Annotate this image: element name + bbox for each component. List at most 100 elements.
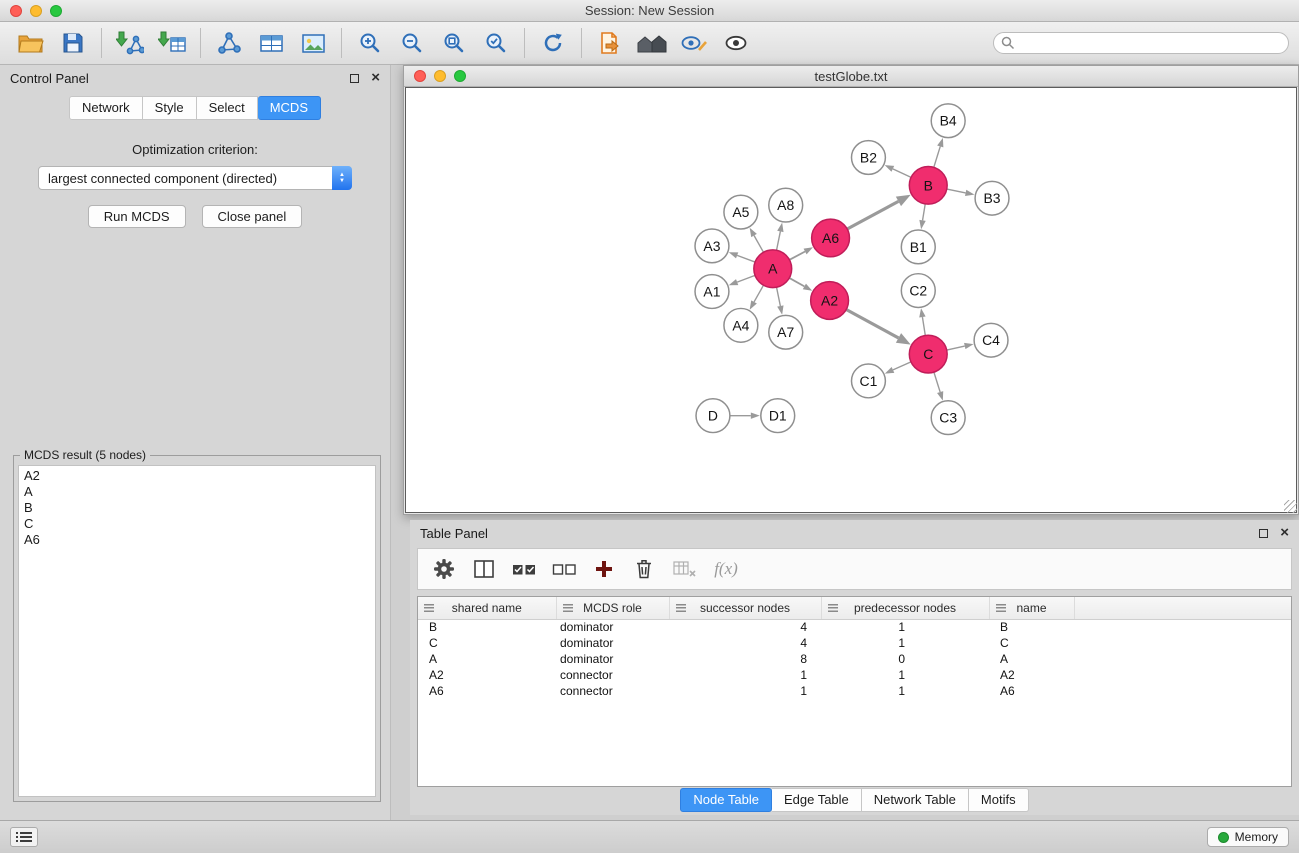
graph-node-D1[interactable]: D1 bbox=[761, 399, 795, 433]
show-hide-button[interactable] bbox=[715, 25, 757, 61]
column-header-name[interactable]: name bbox=[989, 597, 1074, 619]
result-item[interactable]: A bbox=[24, 484, 370, 500]
result-item[interactable]: A2 bbox=[24, 468, 370, 484]
close-window-button[interactable] bbox=[10, 5, 22, 17]
table-row[interactable]: A2connector11A2 bbox=[418, 667, 1291, 683]
column-header-successor-nodes[interactable]: successor nodes bbox=[669, 597, 821, 619]
zoom-fit-button[interactable] bbox=[433, 25, 475, 61]
save-session-button[interactable] bbox=[52, 25, 94, 61]
table-row[interactable]: A6connector11A6 bbox=[418, 683, 1291, 699]
open-session-button[interactable] bbox=[10, 25, 52, 61]
zoom-out-button[interactable] bbox=[391, 25, 433, 61]
graph-node-A6[interactable]: A6 bbox=[812, 219, 850, 257]
maximize-window-button[interactable] bbox=[50, 5, 62, 17]
run-mcds-button[interactable]: Run MCDS bbox=[88, 205, 186, 228]
graph-node-B[interactable]: B bbox=[909, 166, 947, 204]
memory-button[interactable]: Memory bbox=[1207, 827, 1289, 847]
zoom-in-button[interactable] bbox=[349, 25, 391, 61]
select-all-button[interactable] bbox=[506, 553, 542, 585]
new-network-button[interactable] bbox=[208, 25, 250, 61]
delete-column-button[interactable] bbox=[666, 553, 702, 585]
graph-edge-C-C1[interactable] bbox=[893, 362, 911, 370]
tab-select[interactable]: Select bbox=[197, 96, 258, 120]
graph-edge-A-A5[interactable] bbox=[754, 235, 763, 252]
graph-node-A4[interactable]: A4 bbox=[724, 308, 758, 342]
delete-button[interactable] bbox=[626, 553, 662, 585]
close-table-panel-icon[interactable]: × bbox=[1280, 527, 1289, 539]
network-graph[interactable]: B4B2BB3A8A5A6A3B1AA1C2A2A4A7C4CC1C3DD1 bbox=[406, 88, 1296, 512]
column-header-shared-name[interactable]: shared name bbox=[418, 597, 556, 619]
column-header-predecessor-nodes[interactable]: predecessor nodes bbox=[821, 597, 989, 619]
mcds-result-list[interactable]: A2ABCA6 bbox=[18, 465, 376, 797]
close-panel-icon[interactable]: × bbox=[371, 72, 380, 84]
tab-network-table[interactable]: Network Table bbox=[862, 788, 969, 812]
graph-node-C2[interactable]: C2 bbox=[901, 274, 935, 308]
graph-edge-A-A2[interactable] bbox=[789, 278, 804, 286]
resize-grip[interactable] bbox=[1284, 500, 1297, 513]
graph-node-A[interactable]: A bbox=[754, 250, 792, 288]
graph-node-A1[interactable]: A1 bbox=[695, 275, 729, 309]
result-item[interactable]: B bbox=[24, 500, 370, 516]
new-table-button[interactable] bbox=[250, 25, 292, 61]
tab-motifs[interactable]: Motifs bbox=[969, 788, 1029, 812]
graph-node-C[interactable]: C bbox=[909, 335, 947, 373]
graph-node-D[interactable]: D bbox=[696, 399, 730, 433]
graph-edge-A-A8[interactable] bbox=[777, 231, 781, 250]
combo-stepper-icon[interactable]: ▲▼ bbox=[332, 166, 352, 190]
first-neighbors-button[interactable] bbox=[589, 25, 631, 61]
graph-edge-B-B3[interactable] bbox=[947, 189, 966, 193]
network-close-button[interactable] bbox=[414, 70, 426, 82]
graph-edge-C-C4[interactable] bbox=[947, 346, 965, 350]
graph-edge-B-B2[interactable] bbox=[893, 169, 911, 177]
graph-node-A8[interactable]: A8 bbox=[769, 188, 803, 222]
graph-edge-C-C3[interactable] bbox=[934, 372, 940, 392]
graph-edge-C-C2[interactable] bbox=[922, 317, 925, 335]
graph-edge-B-B1[interactable] bbox=[923, 204, 926, 220]
tab-network[interactable]: Network bbox=[69, 96, 143, 120]
graph-edge-A-A1[interactable] bbox=[737, 275, 755, 282]
result-item[interactable]: A6 bbox=[24, 532, 370, 548]
result-item[interactable]: C bbox=[24, 516, 370, 532]
float-table-panel-icon[interactable] bbox=[1259, 529, 1268, 538]
graph-edge-A-A7[interactable] bbox=[777, 287, 781, 306]
table-settings-button[interactable] bbox=[426, 553, 462, 585]
network-minimize-button[interactable] bbox=[434, 70, 446, 82]
import-network-button[interactable] bbox=[109, 25, 151, 61]
network-maximize-button[interactable] bbox=[454, 70, 466, 82]
function-builder-button[interactable]: f(x) bbox=[706, 553, 742, 585]
minimize-window-button[interactable] bbox=[30, 5, 42, 17]
optimization-criterion-select[interactable]: largest connected component (directed) ▲… bbox=[38, 166, 352, 190]
graph-node-A5[interactable]: A5 bbox=[724, 195, 758, 229]
graph-node-C1[interactable]: C1 bbox=[851, 364, 885, 398]
graph-node-C3[interactable]: C3 bbox=[931, 401, 965, 435]
deselect-all-button[interactable] bbox=[546, 553, 582, 585]
task-history-button[interactable] bbox=[10, 827, 38, 847]
graph-node-A7[interactable]: A7 bbox=[769, 315, 803, 349]
graph-edge-A-A3[interactable] bbox=[737, 255, 755, 262]
graph-edge-A6-B[interactable] bbox=[847, 201, 898, 229]
search-input[interactable] bbox=[993, 32, 1289, 54]
graph-node-C4[interactable]: C4 bbox=[974, 323, 1008, 357]
import-table-button[interactable] bbox=[151, 25, 193, 61]
table-row[interactable]: Bdominator41B bbox=[418, 619, 1291, 635]
graph-node-B1[interactable]: B1 bbox=[901, 230, 935, 264]
refresh-button[interactable] bbox=[532, 25, 574, 61]
tab-node-table[interactable]: Node Table bbox=[680, 788, 772, 812]
graph-node-B3[interactable]: B3 bbox=[975, 181, 1009, 215]
graph-edge-A-A4[interactable] bbox=[754, 285, 763, 302]
graph-edge-A2-C[interactable] bbox=[846, 310, 898, 338]
show-columns-button[interactable] bbox=[466, 553, 502, 585]
tab-edge-table[interactable]: Edge Table bbox=[772, 788, 862, 812]
network-canvas[interactable]: B4B2BB3A8A5A6A3B1AA1C2A2A4A7C4CC1C3DD1 bbox=[405, 87, 1297, 513]
float-panel-icon[interactable] bbox=[350, 74, 359, 83]
graph-node-A3[interactable]: A3 bbox=[695, 229, 729, 263]
show-graphics-details-button[interactable] bbox=[673, 25, 715, 61]
tab-mcds[interactable]: MCDS bbox=[258, 96, 321, 120]
column-header-MCDS-role[interactable]: MCDS role bbox=[556, 597, 669, 619]
graph-node-A2[interactable]: A2 bbox=[811, 282, 849, 320]
close-panel-button[interactable]: Close panel bbox=[202, 205, 303, 228]
graph-edge-A-A6[interactable] bbox=[789, 252, 805, 260]
zoom-selected-button[interactable] bbox=[475, 25, 517, 61]
export-image-button[interactable] bbox=[292, 25, 334, 61]
table-row[interactable]: Cdominator41C bbox=[418, 635, 1291, 651]
